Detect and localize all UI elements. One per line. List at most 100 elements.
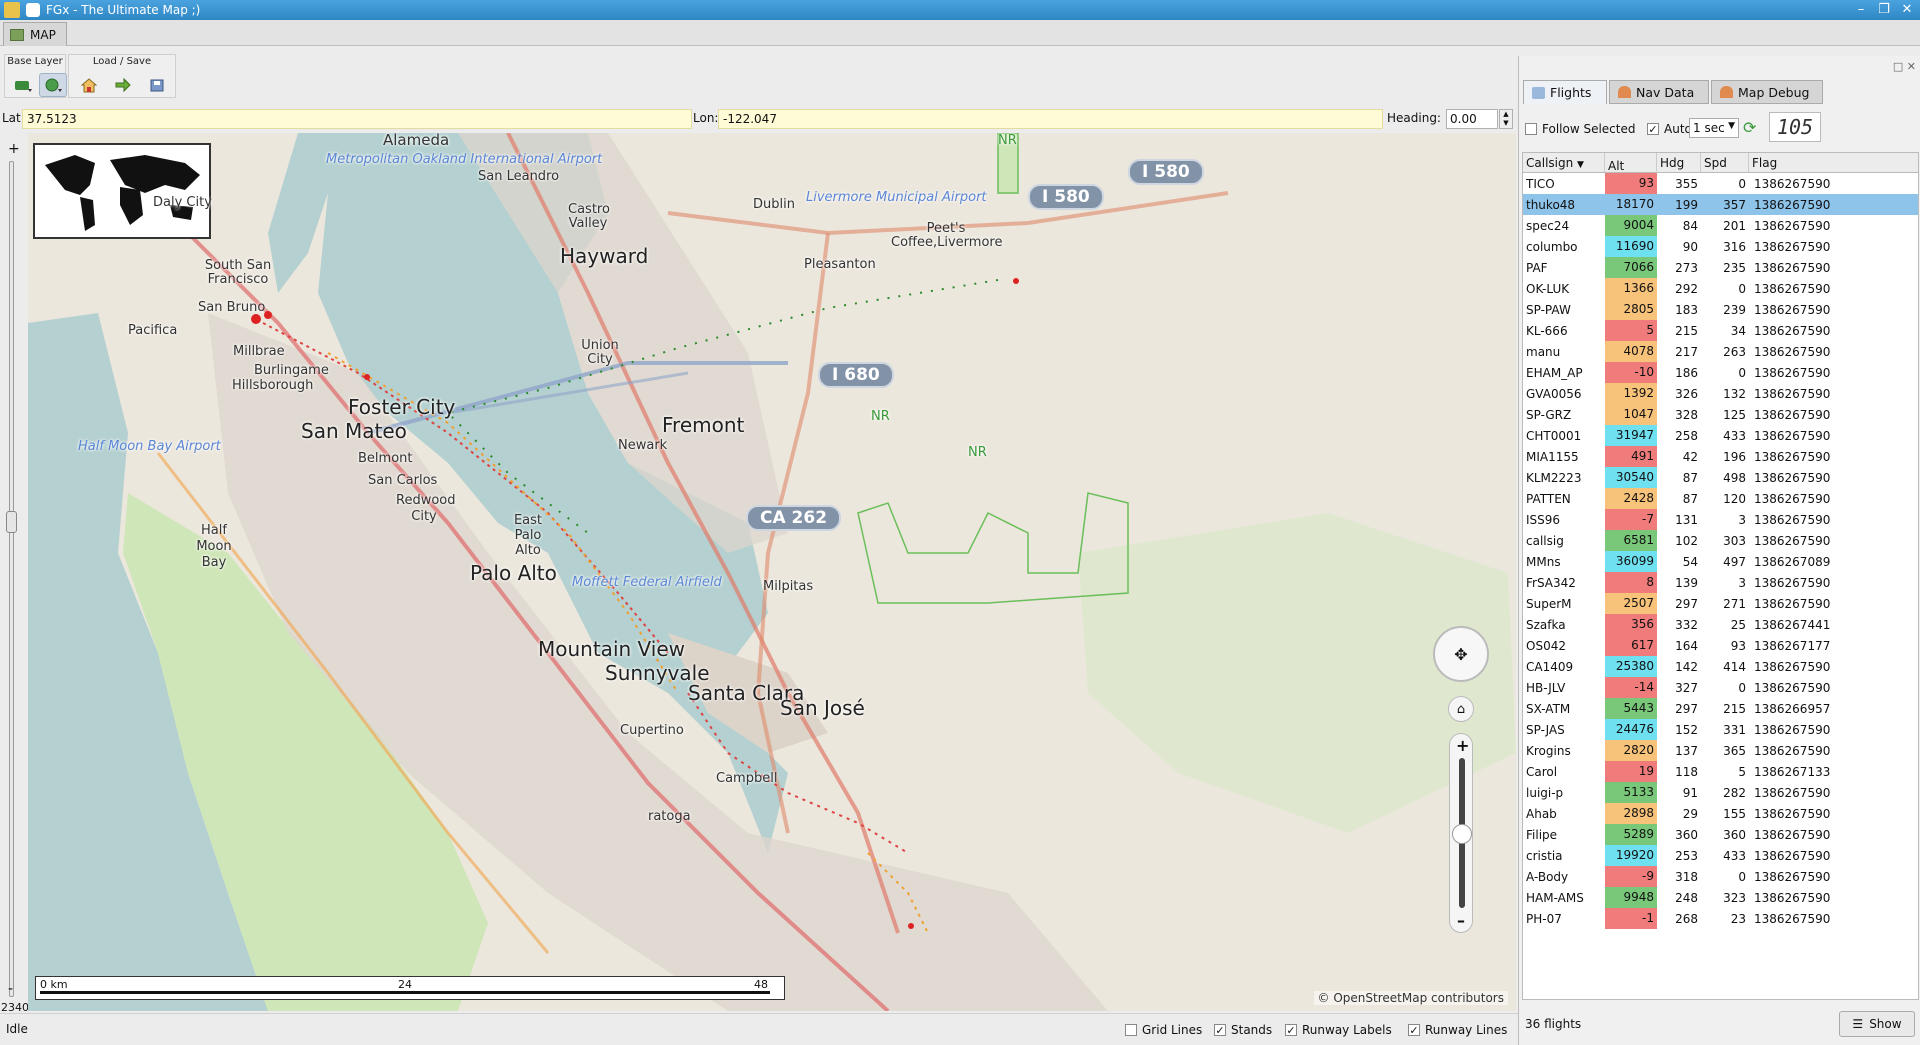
flights-table: Callsign ▼ Alt Hdg Spd Flag TICO 93 355 0 13… [1522, 152, 1919, 1000]
save-icon [150, 79, 164, 92]
cell-hdg: 297 [1675, 596, 1698, 611]
table-row[interactable]: OK-LUK 1366 292 0 1386267590 [1523, 278, 1918, 299]
pan-control[interactable]: ✥ [1433, 626, 1489, 682]
table-row[interactable]: EHAM_AP -10 186 0 1386267590 [1523, 362, 1918, 383]
table-row[interactable]: PAF 7066 273 235 1386267590 [1523, 257, 1918, 278]
table-row[interactable]: manu 4078 217 263 1386267590 [1523, 341, 1918, 362]
table-row[interactable]: A-Body -9 318 0 1386267590 [1523, 866, 1918, 887]
map-label-hmb-airport: Half Moon Bay Airport [78, 439, 221, 454]
table-row[interactable]: SX-ATM 5443 297 215 1386266957 [1523, 698, 1918, 719]
col-alt[interactable]: Alt [1605, 153, 1657, 174]
cell-callsign: Ahab [1526, 806, 1557, 821]
refresh-interval-select[interactable]: 1 sec ▼ [1689, 118, 1739, 138]
tab-map[interactable]: MAP [3, 22, 67, 46]
restore-icon[interactable]: ❐ [1874, 2, 1894, 18]
auto-refresh-box[interactable]: ✓ [1647, 123, 1659, 135]
runway-lines-checkbox[interactable]: ✓ Runway Lines [1408, 1023, 1507, 1037]
show-button[interactable]: ☰ Show [1839, 1011, 1915, 1037]
save-button[interactable] [143, 73, 171, 97]
cell-alt: -7 [1605, 509, 1657, 530]
zoom-out-button[interactable]: – [1457, 911, 1465, 930]
grid-lines-checkbox[interactable]: Grid Lines [1125, 1023, 1202, 1037]
slider-minus[interactable]: - [8, 981, 13, 997]
minimize-icon[interactable]: – [1851, 2, 1871, 18]
cell-flag: 1386267590 [1754, 428, 1831, 443]
list-icon: ☰ [1852, 1017, 1864, 1031]
auto-refresh-checkbox[interactable]: ✓ Auto [1647, 122, 1692, 136]
table-row[interactable]: SP-GRZ 1047 328 125 1386267590 [1523, 404, 1918, 425]
table-row[interactable]: PH-07 -1 268 23 1386267590 [1523, 908, 1918, 929]
layer-stack-button[interactable] [9, 73, 37, 97]
panel-close-icon[interactable]: □ ✕ [1893, 60, 1916, 73]
tab-nav-data[interactable]: Nav Data [1609, 80, 1709, 104]
tab-flights[interactable]: Flights [1523, 80, 1607, 104]
col-hdg[interactable]: Hdg [1657, 153, 1701, 172]
col-callsign[interactable]: Callsign ▼ [1523, 153, 1605, 172]
table-row[interactable]: OS042 617 164 93 1386267177 [1523, 635, 1918, 656]
cell-callsign: PAF [1526, 260, 1548, 275]
table-row[interactable]: callsig 6581 102 303 1386267590 [1523, 530, 1918, 551]
map-canvas[interactable]: Alameda Metropolitan Oakland Internation… [28, 133, 1516, 1011]
grid-lines-box[interactable] [1125, 1024, 1137, 1036]
table-row[interactable]: MMns 36099 54 497 1386267089 [1523, 551, 1918, 572]
table-row[interactable]: SP-PAW 2805 183 239 1386267590 [1523, 299, 1918, 320]
overview-map[interactable] [33, 143, 211, 239]
col-flag[interactable]: Flag [1749, 153, 1869, 172]
layer-stack-icon [15, 81, 32, 92]
follow-selected-box[interactable] [1525, 123, 1537, 135]
lon-field[interactable]: -122.047 [718, 109, 1383, 129]
zoom-thumb[interactable] [1452, 824, 1472, 844]
zoom-in-button[interactable]: + [1456, 736, 1469, 755]
table-row[interactable]: spec24 9004 84 201 1386267590 [1523, 215, 1918, 236]
cell-spd: 93 [1730, 638, 1746, 653]
stands-box[interactable]: ✓ [1214, 1024, 1226, 1036]
home-view-button[interactable]: ⌂ [1448, 696, 1474, 722]
refresh-icon[interactable]: ⟳ [1743, 118, 1763, 138]
stands-checkbox[interactable]: ✓ Stands [1214, 1023, 1272, 1037]
table-row[interactable]: Carol 19 118 5 1386267133 [1523, 761, 1918, 782]
close-icon[interactable]: ✕ [1897, 2, 1917, 18]
cell-callsign: FrSA342 [1526, 575, 1576, 590]
heading-input[interactable]: 0.00 [1446, 109, 1498, 129]
table-row[interactable]: columbo 11690 90 316 1386267590 [1523, 236, 1918, 257]
table-row[interactable]: thuko48 18170 199 357 1386267590 [1523, 194, 1918, 215]
table-row[interactable]: MIA1155 491 42 196 1386267590 [1523, 446, 1918, 467]
table-row[interactable]: KLM2223 30540 87 498 1386267590 [1523, 467, 1918, 488]
runway-lines-box[interactable]: ✓ [1408, 1024, 1420, 1036]
load-save-label: Load / Save [92, 56, 152, 67]
home-button[interactable] [75, 73, 103, 97]
table-row[interactable]: TICO 93 355 0 1386267590 [1523, 173, 1918, 194]
cell-callsign: cristia [1526, 848, 1563, 863]
map-label-pacifica: Pacifica [128, 323, 178, 338]
col-spd[interactable]: Spd [1701, 153, 1749, 172]
table-row[interactable]: HAM-AMS 9948 248 323 1386267590 [1523, 887, 1918, 908]
globe-button[interactable] [39, 73, 67, 97]
follow-selected-checkbox[interactable]: Follow Selected [1525, 122, 1635, 136]
table-row[interactable]: KL-666 5 215 34 1386267590 [1523, 320, 1918, 341]
heading-spinner[interactable]: ▲ ▼ [1499, 109, 1513, 129]
table-row[interactable]: SuperM 2507 297 271 1386267590 [1523, 593, 1918, 614]
table-row[interactable]: Filipe 5289 360 360 1386267590 [1523, 824, 1918, 845]
app-menu-icon[interactable] [26, 3, 40, 17]
runway-labels-box[interactable]: ✓ [1285, 1024, 1297, 1036]
table-row[interactable]: cristia 19920 253 433 1386267590 [1523, 845, 1918, 866]
table-row[interactable]: FrSA342 8 139 3 1386267590 [1523, 572, 1918, 593]
slider-thumb[interactable] [6, 511, 17, 533]
runway-labels-checkbox[interactable]: ✓ Runway Labels [1285, 1023, 1392, 1037]
table-row[interactable]: PATTEN 2428 87 120 1386267590 [1523, 488, 1918, 509]
lat-field[interactable]: 37.5123 [22, 109, 692, 129]
slider-track[interactable] [9, 161, 14, 997]
table-row[interactable]: Ahab 2898 29 155 1386267590 [1523, 803, 1918, 824]
table-row[interactable]: HB-JLV -14 327 0 1386267590 [1523, 677, 1918, 698]
table-row[interactable]: Szafka 356 332 25 1386267441 [1523, 614, 1918, 635]
table-row[interactable]: GVA0056 1392 326 132 1386267590 [1523, 383, 1918, 404]
table-row[interactable]: ISS96 -7 131 3 1386267590 [1523, 509, 1918, 530]
table-row[interactable]: SP-JAS 24476 152 331 1386267590 [1523, 719, 1918, 740]
table-row[interactable]: luigi-p 5133 91 282 1386267590 [1523, 782, 1918, 803]
load-button[interactable] [109, 73, 137, 97]
tab-map-debug[interactable]: Map Debug [1711, 80, 1823, 104]
slider-plus[interactable]: + [8, 141, 20, 157]
table-row[interactable]: Krogins 2820 137 365 1386267590 [1523, 740, 1918, 761]
table-row[interactable]: CHT0001 31947 258 433 1386267590 [1523, 425, 1918, 446]
table-row[interactable]: CA1409 25380 142 414 1386267590 [1523, 656, 1918, 677]
